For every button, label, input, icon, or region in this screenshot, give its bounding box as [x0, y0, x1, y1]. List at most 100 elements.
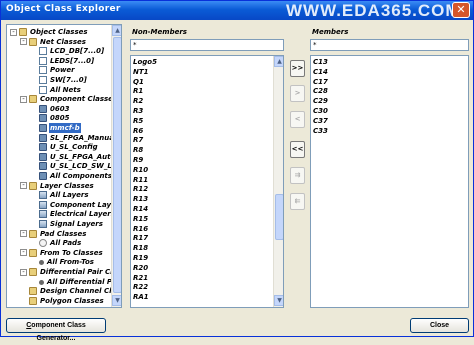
non-members-list-item[interactable]: R20: [133, 264, 148, 273]
title-bar[interactable]: Object Class Explorer WWW.EDA365.COM ✕: [1, 1, 473, 20]
non-members-list-item[interactable]: R10: [133, 166, 148, 175]
tree-item[interactable]: SW[7...0]: [39, 75, 88, 85]
non-members-list-item[interactable]: R2: [133, 97, 143, 106]
members-list-item[interactable]: C33: [313, 127, 328, 136]
folder-icon: [19, 28, 27, 36]
non-members-list-item[interactable]: R15: [133, 215, 148, 224]
tree-item-label: All Layers: [50, 191, 89, 200]
tree-item-label: All Nets: [50, 85, 81, 94]
close-window-button[interactable]: ✕: [452, 2, 470, 18]
tree-item[interactable]: From To Classes: [29, 248, 104, 258]
members-list-item[interactable]: C30: [313, 107, 328, 116]
non-members-list-item[interactable]: R6: [133, 127, 143, 136]
non-members-list-item[interactable]: R8: [133, 146, 143, 155]
layer-class-icon: [39, 191, 47, 200]
non-members-list-item[interactable]: R9: [133, 156, 143, 165]
tree-expander-icon[interactable]: -: [20, 268, 27, 276]
tree-item-label: U_SL_LCD_SW_Li: [50, 162, 111, 171]
non-members-list-item[interactable]: R5: [133, 117, 143, 126]
tree-item[interactable]: Design Channel Clas: [29, 286, 111, 296]
members-list-item[interactable]: C37: [313, 117, 328, 126]
tree-item-label: Pad Classes: [40, 229, 87, 238]
tree-scroll-down-arrow-icon[interactable]: ▼: [112, 295, 121, 306]
tree-item[interactable]: All From-Tos: [39, 257, 95, 267]
close-button[interactable]: Close: [410, 318, 469, 333]
tree-item[interactable]: Net Classes: [29, 37, 87, 47]
tree-item[interactable]: All Pads: [39, 238, 82, 248]
tree-item[interactable]: LCD_DB[7...0]: [39, 46, 105, 56]
tree-item[interactable]: SL_FPGA_Manua: [39, 133, 111, 143]
non-members-list-item[interactable]: R22: [133, 283, 148, 292]
non-members-scroll-up-arrow-icon[interactable]: ▲: [274, 56, 283, 67]
tree-scroll-thumb[interactable]: [113, 37, 121, 293]
non-members-list-item[interactable]: R14: [133, 205, 148, 214]
tree-item[interactable]: U_SL_LCD_SW_Li: [39, 161, 111, 171]
tree-expander-icon[interactable]: -: [10, 28, 17, 36]
tree-item[interactable]: All Components: [39, 171, 111, 181]
tree-item[interactable]: U_SL_Config: [39, 142, 99, 152]
class-tree[interactable]: - Object Classes - Net Classes LCD_DB[7...0]…: [6, 24, 122, 308]
tree-item[interactable]: Polygon Classes: [29, 296, 105, 306]
move-selected-to-non-members-button[interactable]: <: [290, 111, 305, 128]
tree-expander-icon[interactable]: -: [20, 182, 27, 190]
tree-item[interactable]: All Layers: [39, 190, 90, 200]
tree-item[interactable]: LEDS[7...0]: [39, 56, 95, 66]
non-members-scroll-thumb[interactable]: [275, 194, 283, 240]
non-members-list-item[interactable]: R3: [133, 107, 143, 116]
tree-item[interactable]: Component Classes: [29, 94, 111, 104]
members-filter-input[interactable]: *: [310, 39, 469, 51]
tree-item[interactable]: Pad Classes: [29, 229, 87, 239]
non-members-list-item[interactable]: R7: [133, 136, 143, 145]
tree-item[interactable]: Object Classes: [19, 27, 89, 37]
move-all-to-members-button[interactable]: >>: [290, 60, 305, 77]
non-members-list-item[interactable]: R19: [133, 254, 148, 263]
non-members-list-item[interactable]: R11: [133, 176, 148, 185]
non-members-scrollbar[interactable]: ▲ ▼: [273, 56, 283, 307]
members-list-item[interactable]: C17: [313, 78, 328, 87]
members-list-item[interactable]: C13: [313, 58, 328, 67]
members-list[interactable]: C13 C14 C17 C28 C29 C30 C37 C33: [310, 55, 469, 308]
members-list-item[interactable]: C14: [313, 68, 328, 77]
members-list-item[interactable]: C28: [313, 87, 328, 96]
tree-item[interactable]: Power: [39, 65, 76, 75]
tree-item[interactable]: 0603: [39, 104, 70, 114]
members-list-item[interactable]: C29: [313, 97, 328, 106]
non-members-list-item[interactable]: R21: [133, 274, 148, 283]
non-members-list-item[interactable]: R1: [133, 87, 143, 96]
non-members-list-item[interactable]: R13: [133, 195, 148, 204]
tree-expander-icon[interactable]: -: [20, 249, 27, 257]
non-members-filter-input[interactable]: *: [130, 39, 284, 51]
tree-scroll-up-arrow-icon[interactable]: ▲: [112, 25, 121, 36]
move-selected-to-members-button[interactable]: >: [290, 85, 305, 102]
non-members-list-item[interactable]: R17: [133, 234, 148, 243]
tree-item[interactable]: All Nets: [39, 85, 82, 95]
tree-item-label: U_SL_Config: [50, 143, 98, 152]
tree-item[interactable]: U_SL_FPGA_Auto: [39, 152, 111, 162]
component-class-generator-button[interactable]: Component Class Generator...: [6, 318, 106, 342]
non-members-list-item[interactable]: RA1: [133, 293, 149, 302]
non-members-list-item[interactable]: R18: [133, 244, 148, 253]
tree-item[interactable]: Electrical Layers: [39, 209, 111, 219]
non-members-list-item[interactable]: R12: [133, 185, 148, 194]
non-members-list-item[interactable]: Q1: [133, 78, 144, 87]
non-members-list-item[interactable]: NT1: [133, 68, 149, 77]
tree-expander-icon[interactable]: -: [20, 38, 27, 46]
move-all-to-non-members-button[interactable]: <<: [290, 141, 305, 158]
tree-item[interactable]: Component Layer: [39, 200, 111, 210]
tree-scrollbar[interactable]: ▲ ▼: [111, 25, 121, 307]
tree-item[interactable]: Differential Pair Cla: [29, 267, 111, 277]
move-up-button[interactable]: ⇉: [290, 167, 305, 184]
tree-item[interactable]: Signal Layers: [39, 219, 104, 229]
tree-expander-icon[interactable]: -: [20, 95, 27, 103]
tree-item[interactable]: mmcf-b: [39, 123, 81, 133]
non-members-list-item[interactable]: Logo5: [133, 58, 157, 67]
non-members-scroll-down-arrow-icon[interactable]: ▼: [274, 295, 283, 306]
non-members-list[interactable]: Logo5 NT1 Q1 R1 R2 R3 R5 R6 R7 R8 R9 R10 R11 R12 R13 R1…: [130, 55, 284, 308]
tree-item[interactable]: All Differential Pa: [39, 277, 111, 287]
non-members-list-item[interactable]: R16: [133, 225, 148, 234]
tree-expander-icon[interactable]: -: [20, 230, 27, 238]
tree-item[interactable]: 0805: [39, 113, 70, 123]
tree-item[interactable]: Layer Classes: [29, 181, 95, 191]
move-down-button[interactable]: ⇇: [290, 193, 305, 210]
generator-button-label: omponent Class Generator...: [31, 322, 86, 342]
